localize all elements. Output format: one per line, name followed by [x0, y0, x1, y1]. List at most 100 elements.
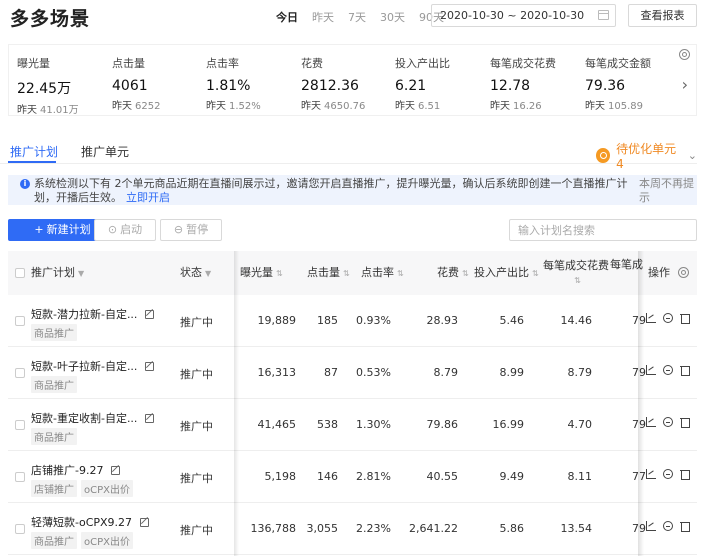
header-label: 状态 — [180, 266, 202, 279]
filter-icon: ▼ — [78, 269, 85, 278]
enable-now-link[interactable]: 立即开启 — [126, 191, 170, 204]
header-plan-name[interactable]: 推广计划 ▼ — [31, 251, 84, 296]
date-range-picker[interactable]: 2020-10-30 ~ 2020-10-30 — [431, 4, 616, 27]
metric-prev-value: 1.52% — [229, 101, 261, 112]
row-checkbox[interactable] — [15, 368, 25, 378]
sort-icon: ⇅ — [276, 269, 283, 278]
cost-cell: 2,641.22 — [409, 522, 458, 535]
row-checkbox[interactable] — [15, 316, 25, 326]
plan-name-text[interactable]: 短款-潜力拉新-自定... — [31, 306, 137, 322]
pause-button[interactable]: ⊖ 暂停 — [160, 219, 222, 241]
plan-tag: 商品推广 — [31, 376, 77, 393]
page-header: 多多场景 今日 昨天 7天 30天 90天 2020-10-30 ~ 2020-… — [0, 0, 720, 36]
chart-icon[interactable] — [646, 417, 656, 427]
trash-icon[interactable] — [680, 521, 690, 532]
column-settings-icon[interactable] — [678, 267, 689, 278]
pause-circle-icon[interactable] — [663, 469, 673, 479]
status-cell: 推广中 — [180, 368, 213, 381]
header-status[interactable]: 状态 ▼ — [180, 251, 211, 296]
view-report-button[interactable]: 查看报表 — [628, 4, 697, 27]
edit-icon[interactable] — [145, 361, 155, 371]
gear-icon[interactable] — [679, 49, 690, 60]
trash-icon[interactable] — [680, 313, 690, 324]
ctr-cell: 2.23% — [356, 522, 391, 535]
row-checkbox[interactable] — [15, 524, 25, 534]
notice-message: 系统检测以下有 2个单元商品近期在直播间展示过，邀请您开启直播推广，提升曝光量，… — [34, 177, 628, 204]
metric-prev-label: 昨天 — [395, 101, 415, 112]
table-header: 推广计划 ▼ 状态 ▼ 曝光量 ⇅ 点击量 ⇅ 点击率 ⇅ 花费 ⇅ 投入产出比 ⇅ 每笔成交… — [8, 251, 697, 295]
metric-prev-value: 105.89 — [608, 101, 643, 112]
select-all-checkbox[interactable] — [15, 268, 25, 278]
metric-prev: 昨天 6252 — [112, 97, 204, 112]
header-ctr[interactable]: 点击率 ⇅ — [361, 251, 404, 296]
header-cost[interactable]: 花费 ⇅ — [437, 251, 469, 296]
impressions-cell: 136,788 — [250, 522, 297, 535]
plan-search-input[interactable] — [509, 219, 697, 241]
header-cost-per-order[interactable]: 每笔成交花费 ⇅ — [543, 259, 609, 288]
plan-name-text[interactable]: 短款-叶子拉新-自定... — [31, 358, 137, 374]
chart-icon[interactable] — [646, 313, 656, 323]
metric-label: 曝光量 — [17, 57, 50, 70]
plan-name-text[interactable]: 店铺推广-9.27 — [31, 462, 103, 478]
metric-value: 6.21 — [395, 78, 427, 94]
metric-value: 2812.36 — [301, 78, 359, 94]
page-title: 多多场景 — [10, 8, 91, 30]
edit-icon[interactable] — [145, 413, 155, 423]
edit-icon[interactable] — [140, 517, 150, 527]
metric-value: 12.78 — [490, 78, 531, 94]
trash-icon[interactable] — [680, 469, 690, 480]
plan-name-text[interactable]: 短款-重定收割-自定... — [31, 410, 137, 426]
cost-per-order-cell: 8.11 — [567, 470, 593, 483]
optimize-units-link[interactable]: 待优化单元4 ⌄ — [596, 140, 697, 171]
range-today[interactable]: 今日 — [276, 9, 298, 25]
notice-text: 系统检测以下有 2个单元商品近期在直播间展示过，邀请您开启直播推广，提升曝光量，… — [34, 177, 630, 205]
edit-icon[interactable] — [145, 309, 155, 319]
chart-icon[interactable] — [646, 521, 656, 531]
start-label: 启动 — [120, 223, 143, 236]
roi-cell: 9.49 — [499, 470, 525, 483]
plan-tag: 商品推广 — [31, 324, 77, 341]
cost-per-order-cell: 8.79 — [567, 366, 593, 379]
fixed-column-shadow — [234, 251, 239, 556]
table-row: 店铺推广-9.27 店铺推广 oCPX出价 推广中 5,198 146 2.81%… — [8, 451, 697, 503]
info-icon: i — [20, 179, 30, 189]
plan-tag: 商品推广 — [31, 532, 77, 549]
tab-units[interactable]: 推广单元 — [81, 143, 129, 160]
chart-icon[interactable] — [646, 469, 656, 479]
plan-tag: 商品推广 — [31, 428, 77, 445]
header-impressions[interactable]: 曝光量 ⇅ — [240, 251, 283, 296]
date-range-value: 2020-10-30 ~ 2020-10-30 — [440, 9, 585, 22]
dismiss-week-link[interactable]: 本周不再提示 — [639, 177, 694, 205]
pause-circle-icon[interactable] — [663, 417, 673, 427]
tab-plans[interactable]: 推广计划 — [10, 143, 58, 160]
cost-per-order-cell: 4.70 — [567, 418, 593, 431]
trash-icon[interactable] — [680, 417, 690, 428]
range-7d[interactable]: 7天 — [348, 9, 366, 25]
pause-circle-icon[interactable] — [663, 313, 673, 323]
metric-prev: 昨天 4650.76 — [301, 97, 393, 112]
metric-label: 投入产出比 — [395, 57, 450, 70]
clicks-cell: 3,055 — [306, 522, 339, 535]
plan-name: 短款-潜力拉新-自定... — [31, 306, 155, 322]
metric-clicks: 点击量 4061 昨天 6252 — [112, 55, 204, 112]
start-button[interactable]: ⊙ 启动 — [94, 219, 156, 241]
metric-prev-label: 昨天 — [301, 101, 321, 112]
trash-icon[interactable] — [680, 365, 690, 376]
chart-icon[interactable] — [646, 365, 656, 375]
pause-circle-icon[interactable] — [663, 521, 673, 531]
plan-name-text[interactable]: 轻薄短款-oCPX9.27 — [31, 514, 132, 530]
header-label: 曝光量 — [240, 266, 273, 279]
edit-icon[interactable] — [111, 465, 121, 475]
range-yesterday[interactable]: 昨天 — [312, 9, 334, 25]
metric-order-amount: 每笔成交金额 79.36 昨天 105.89 — [585, 55, 677, 112]
range-30d[interactable]: 30天 — [380, 9, 405, 25]
metric-prev: 昨天 16.26 — [490, 97, 582, 112]
chevron-right-icon[interactable]: › — [682, 75, 688, 94]
row-checkbox[interactable] — [15, 472, 25, 482]
header-clicks[interactable]: 点击量 ⇅ — [307, 251, 350, 296]
header-label: 花费 — [437, 266, 459, 279]
pause-circle-icon[interactable] — [663, 365, 673, 375]
row-checkbox[interactable] — [15, 420, 25, 430]
cost-cell: 40.55 — [426, 470, 459, 483]
header-roi[interactable]: 投入产出比 ⇅ — [474, 251, 539, 296]
